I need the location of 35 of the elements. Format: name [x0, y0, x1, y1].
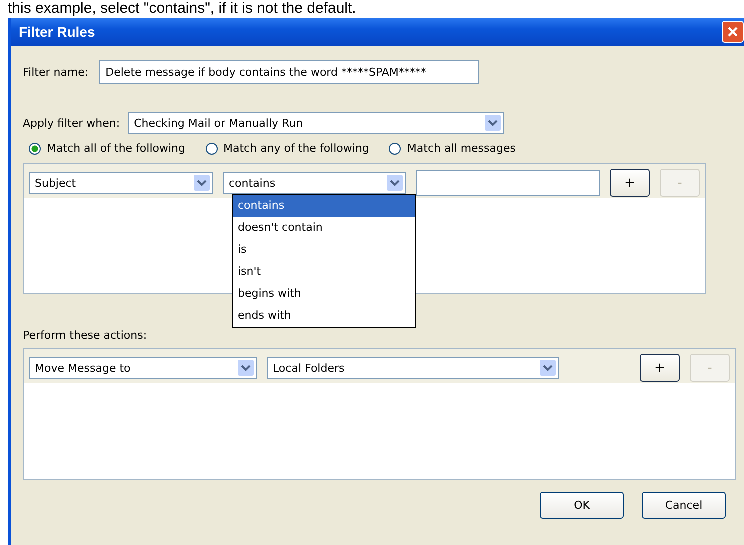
- operator-dropdown[interactable]: contains: [223, 172, 406, 194]
- add-button[interactable]: +: [610, 169, 650, 197]
- radio-button[interactable]: [29, 142, 41, 154]
- close-icon: [727, 26, 739, 38]
- field-label: Apply filter when:: [23, 116, 120, 130]
- window-title: Filter Rules: [19, 24, 96, 40]
- action-dropdown[interactable]: Move Message to: [29, 357, 257, 379]
- radio-button[interactable]: [206, 142, 218, 154]
- radio-label: Match all messages: [407, 142, 516, 155]
- field-label: Filter name:: [23, 66, 89, 78]
- chevron-down-icon: [540, 360, 556, 376]
- dialog-button[interactable]: OK: [540, 492, 624, 519]
- add-button[interactable]: +: [640, 354, 680, 382]
- chevron-down-icon: [238, 360, 254, 376]
- value-field[interactable]: [416, 170, 600, 196]
- chevron-down-icon: [194, 175, 210, 191]
- field-dropdown[interactable]: Subject: [29, 172, 213, 194]
- chevron-down-icon: [485, 115, 502, 131]
- menu-item[interactable]: begins with: [233, 283, 415, 305]
- menu-item[interactable]: ends with: [233, 305, 415, 327]
- menu-item[interactable]: is: [233, 239, 415, 261]
- close-button[interactable]: [722, 21, 744, 43]
- menu-item[interactable]: contains: [233, 195, 415, 217]
- chevron-down-icon: [387, 175, 403, 191]
- radio-label: Match all of the following: [47, 142, 186, 155]
- radio-label: Match any of the following: [224, 142, 370, 155]
- folder-dropdown[interactable]: Local Folders: [267, 357, 559, 379]
- radio-button[interactable]: [389, 142, 402, 154]
- menu-item[interactable]: doesn't contain: [233, 217, 415, 239]
- filter-name-field[interactable]: Delete message if body contains the word *****SPAM*****: [98, 60, 479, 84]
- dialog-button[interactable]: Cancel: [642, 492, 726, 519]
- apply-when-dropdown[interactable]: Checking Mail or Manually Run: [128, 112, 504, 134]
- caption-text: this example, select "contains", if it is not the default.: [7, 0, 358, 18]
- section-label: Perform these actions:: [23, 329, 148, 342]
- menu-item[interactable]: isn't: [233, 261, 415, 283]
